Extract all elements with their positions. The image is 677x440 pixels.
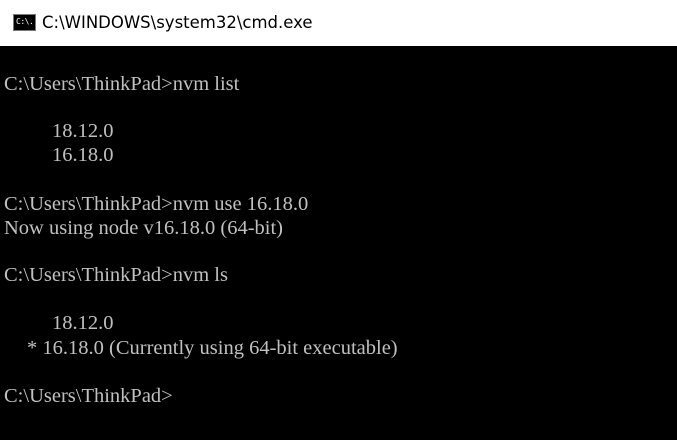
cmd-icon-label: C:\.: [16, 17, 34, 26]
cmd-icon[interactable]: C:\.: [13, 14, 36, 31]
console-line: C:\Users\ThinkPad>nvm ls: [4, 264, 228, 286]
console-line: 18.12.0: [52, 120, 114, 142]
prompt-line[interactable]: C:\Users\ThinkPad>: [4, 384, 173, 408]
console-line: Now using node v16.18.0 (64-bit): [4, 217, 284, 239]
console-line: 18.12.0: [52, 312, 114, 334]
cmd-window: C:\. C:\WINDOWS\system32\cmd.exe C:\User…: [0, 0, 677, 440]
console-line: C:\Users\ThinkPad>nvm use 16.18.0: [4, 193, 309, 215]
console-line: C:\Users\ThinkPad>nvm list: [4, 73, 240, 95]
console-line: 16.18.0: [52, 144, 114, 166]
console-line: * 16.18.0 (Currently using 64-bit execut…: [27, 337, 398, 359]
window-title: C:\WINDOWS\system32\cmd.exe: [42, 13, 313, 32]
title-bar[interactable]: C:\. C:\WINDOWS\system32\cmd.exe: [0, 0, 677, 46]
console-output[interactable]: C:\Users\ThinkPad>nvm list 18.12.0 16.18…: [0, 46, 677, 440]
